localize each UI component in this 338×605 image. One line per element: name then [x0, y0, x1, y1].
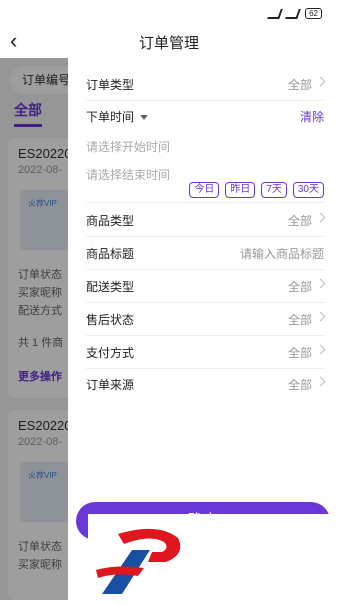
filter-value: 全部 — [287, 346, 312, 360]
status-bar: 62 — [0, 0, 338, 26]
filter-label: 商品类型 — [86, 214, 135, 228]
chevron-right-icon — [315, 376, 326, 387]
filter-label: 售后状态 — [86, 313, 135, 327]
divider — [86, 100, 324, 101]
filter-label: 下单时间 — [86, 108, 149, 125]
filter-goods-type[interactable]: 商品类型 全部 — [86, 210, 326, 230]
filter-delivery-type[interactable]: 配送类型 全部 — [86, 276, 326, 296]
filter-after-sale-status[interactable]: 售后状态 全部 — [86, 309, 326, 329]
quick-yesterday-button[interactable]: 昨日 — [225, 182, 256, 198]
caret-down-icon — [140, 115, 149, 121]
filter-label: 配送类型 — [86, 280, 135, 294]
filter-label: 商品标题 — [86, 247, 135, 261]
divider — [86, 236, 324, 237]
goods-title-input[interactable]: 请输入商品标题 — [240, 245, 324, 262]
filter-value: 全部 — [287, 78, 312, 92]
quick-date-range: 今日 昨日 7天 30天 — [189, 182, 324, 198]
divider — [86, 302, 324, 303]
divider — [86, 335, 324, 336]
chevron-right-icon — [315, 76, 326, 87]
filter-value: 全部 — [287, 214, 312, 228]
divider — [86, 202, 324, 203]
wifi-icon — [267, 8, 283, 19]
filter-order-type[interactable]: 订单类型 全部 — [86, 74, 326, 94]
quick-30days-button[interactable]: 30天 — [292, 182, 324, 198]
filter-order-time[interactable]: 下单时间 清除 — [86, 106, 324, 126]
divider — [86, 269, 324, 270]
chevron-right-icon — [315, 278, 326, 289]
chevron-right-icon — [315, 344, 326, 355]
page-title: 订单管理 — [138, 35, 199, 52]
end-time-field[interactable]: 请选择结束时间 — [86, 166, 170, 183]
chevron-right-icon — [315, 311, 326, 322]
quick-7days-button[interactable]: 7天 — [261, 182, 287, 198]
filter-label: 订单类型 — [86, 78, 135, 92]
chevron-right-icon — [315, 212, 326, 223]
brand-logo-icon — [96, 528, 181, 594]
quick-today-button[interactable]: 今日 — [189, 182, 220, 198]
filter-value: 全部 — [287, 313, 312, 327]
divider — [86, 368, 324, 369]
clear-button[interactable]: 清除 — [300, 108, 324, 125]
filter-goods-title[interactable]: 商品标题 请输入商品标题 — [86, 243, 324, 263]
battery-indicator: 62 — [305, 8, 322, 19]
filter-value: 全部 — [287, 280, 312, 294]
app-header: ‹ 订单管理 — [0, 26, 338, 58]
filter-value: 全部 — [287, 378, 312, 392]
filter-label: 订单来源 — [86, 378, 135, 392]
filter-label: 支付方式 — [86, 346, 135, 360]
brand-logo — [88, 514, 338, 600]
filter-payment-method[interactable]: 支付方式 全部 — [86, 342, 326, 362]
start-time-field[interactable]: 请选择开始时间 — [86, 138, 170, 155]
signal-icon — [285, 8, 301, 19]
filter-order-source[interactable]: 订单来源 全部 — [86, 374, 326, 394]
